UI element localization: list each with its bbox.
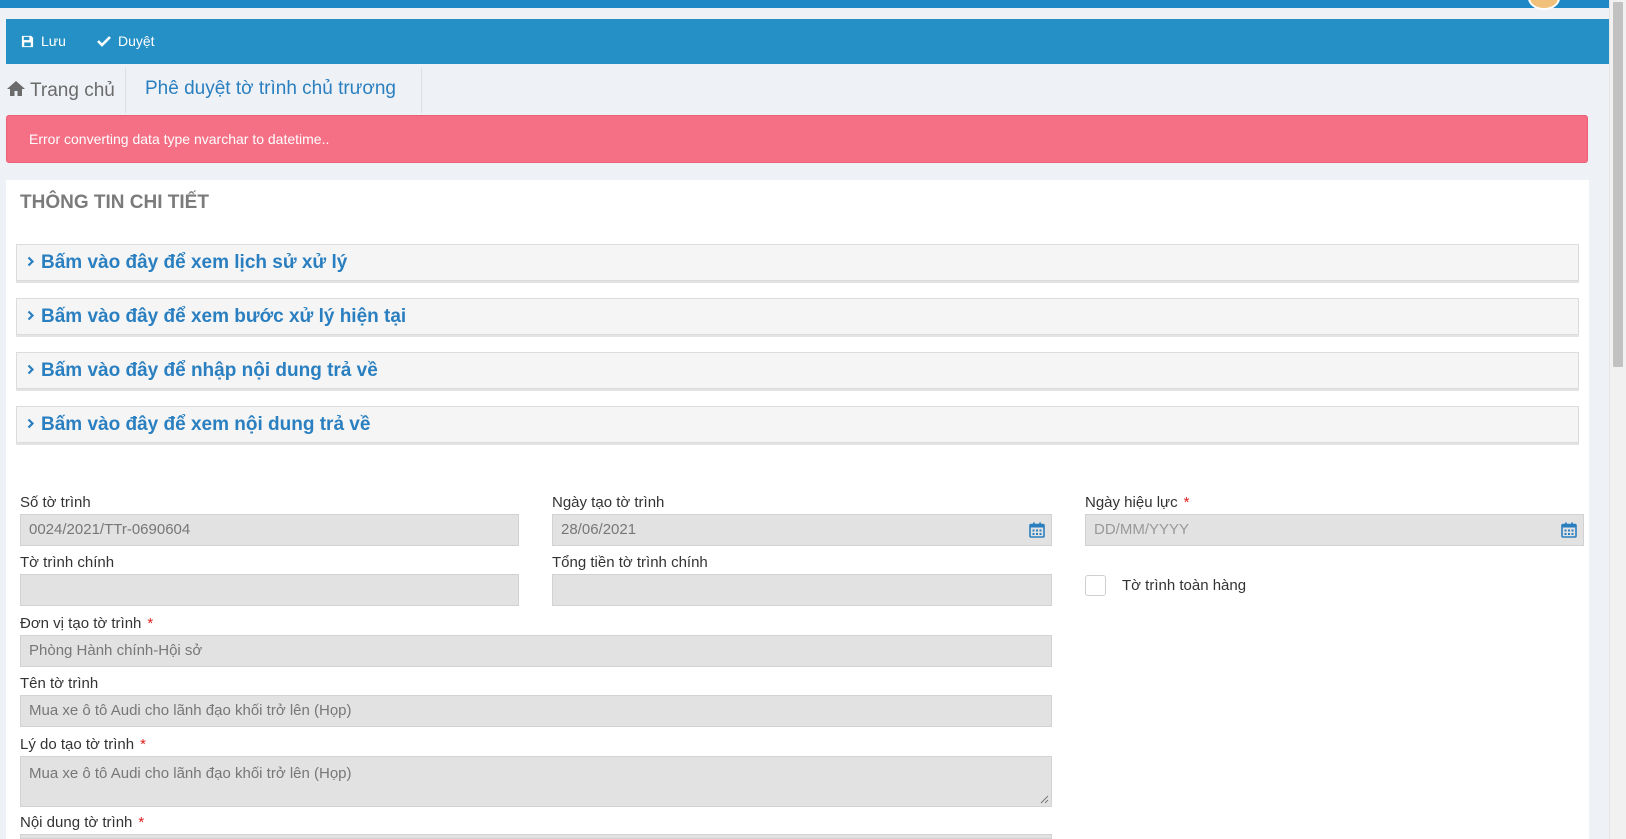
ly-do-label-text: Lý do tạo tờ trình <box>20 736 135 753</box>
detail-panel: THÔNG TIN CHI TIẾT Bấm vào đây để xem lị… <box>6 180 1589 839</box>
user-avatar[interactable] <box>1528 0 1560 10</box>
required-marker: * <box>1183 494 1190 511</box>
approve-button[interactable]: Duyệt <box>97 19 155 64</box>
ten-to-trinh-field[interactable]: Mua xe ô tô Audi cho lãnh đạo khối trở l… <box>20 695 1052 727</box>
accordion-enter-return-content[interactable]: Bấm vào đây để nhập nội dung trả về <box>16 352 1579 389</box>
ngay-hieu-luc-placeholder: DD/MM/YYYY <box>1094 521 1190 538</box>
don-vi-label: Đơn vị tạo tờ trình * <box>20 615 153 632</box>
accordion-label: Bấm vào đây để xem nội dung trả về <box>41 414 371 435</box>
home-icon <box>7 81 25 97</box>
accordion-label: Bấm vào đây để xem bước xử lý hiện tại <box>41 306 407 327</box>
action-toolbar: Lưu Duyệt <box>6 19 1610 64</box>
so-to-trinh-value: 0024/2021/TTr-0690604 <box>29 521 191 538</box>
chevron-right-icon <box>27 418 35 429</box>
accordion-current-step[interactable]: Bấm vào đây để xem bước xử lý hiện tại <box>16 298 1579 335</box>
ngay-tao-field[interactable]: 28/06/2021 <box>552 514 1052 546</box>
ly-do-value: Mua xe ô tô Audi cho lãnh đạo khối trở l… <box>29 765 352 782</box>
resize-grip-icon[interactable] <box>1039 794 1049 804</box>
chevron-right-icon <box>27 310 35 321</box>
scrollbar-thumb[interactable] <box>1613 2 1623 367</box>
panel-title: THÔNG TIN CHI TIẾT <box>20 192 209 213</box>
tong-tien-field[interactable] <box>552 574 1052 606</box>
chevron-right-icon <box>27 256 35 267</box>
calendar-icon[interactable] <box>1561 522 1577 538</box>
breadcrumb-home-label: Trang chủ <box>30 80 115 101</box>
ly-do-textarea[interactable]: Mua xe ô tô Audi cho lãnh đạo khối trở l… <box>20 756 1052 807</box>
toan-hang-checkbox[interactable] <box>1085 575 1106 596</box>
breadcrumb-divider <box>421 68 422 113</box>
check-icon <box>97 36 111 48</box>
ngay-hieu-luc-field[interactable]: DD/MM/YYYY <box>1085 514 1584 546</box>
required-marker: * <box>140 736 146 753</box>
ngay-tao-value: 28/06/2021 <box>561 521 637 538</box>
ly-do-label: Lý do tạo tờ trình * <box>20 736 146 753</box>
to-trinh-chinh-field[interactable] <box>20 574 519 606</box>
tong-tien-label: Tổng tiền tờ trình chính <box>552 554 708 571</box>
required-marker: * <box>147 615 154 632</box>
approve-button-label: Duyệt <box>118 33 155 49</box>
noi-dung-field[interactable] <box>20 834 1052 839</box>
noi-dung-label-text: Nội dung tờ trình <box>20 814 133 831</box>
noi-dung-label: Nội dung tờ trình * <box>20 814 144 831</box>
error-alert: Error converting data type nvarchar to d… <box>6 115 1588 163</box>
breadcrumb: Trang chủ Phê duyệt tờ trình chủ trương <box>0 68 1610 113</box>
save-icon <box>21 35 34 47</box>
accordion-label: Bấm vào đây để nhập nội dung trả về <box>41 360 378 381</box>
don-vi-field[interactable]: Phòng Hành chính-Hội sở <box>20 635 1052 667</box>
toan-hang-label: Tờ trình toàn hàng <box>1122 577 1247 594</box>
calendar-icon[interactable] <box>1029 522 1045 538</box>
accordion-label: Bấm vào đây để xem lịch sử xử lý <box>41 252 348 273</box>
ngay-hieu-luc-label-text: Ngày hiệu lực <box>1085 494 1178 511</box>
so-to-trinh-label: Số tờ trình <box>20 494 91 511</box>
chevron-right-icon <box>27 364 35 375</box>
page-scrollbar[interactable] <box>1609 0 1626 839</box>
breadcrumb-divider <box>125 68 126 113</box>
breadcrumb-current-page: Phê duyệt tờ trình chủ trương <box>145 78 396 99</box>
ngay-tao-label: Ngày tạo tờ trình <box>552 494 665 511</box>
save-button[interactable]: Lưu <box>21 19 66 64</box>
accordion-view-return-content[interactable]: Bấm vào đây để xem nội dung trả về <box>16 406 1579 443</box>
don-vi-label-text: Đơn vị tạo tờ trình <box>20 615 142 632</box>
top-header-strip <box>0 0 1610 10</box>
so-to-trinh-field[interactable]: 0024/2021/TTr-0690604 <box>20 514 519 546</box>
to-trinh-chinh-label: Tờ trình chính <box>20 554 115 571</box>
breadcrumb-home[interactable]: Trang chủ <box>6 68 115 113</box>
required-marker: * <box>138 814 145 831</box>
ten-to-trinh-value: Mua xe ô tô Audi cho lãnh đạo khối trở l… <box>29 702 352 719</box>
save-button-label: Lưu <box>41 33 66 49</box>
don-vi-value: Phòng Hành chính-Hội sở <box>29 642 203 659</box>
ngay-hieu-luc-label: Ngày hiệu lực * <box>1085 494 1189 511</box>
accordion-processing-history[interactable]: Bấm vào đây để xem lịch sử xử lý <box>16 244 1579 281</box>
ten-to-trinh-label: Tên tờ trình <box>20 675 99 692</box>
